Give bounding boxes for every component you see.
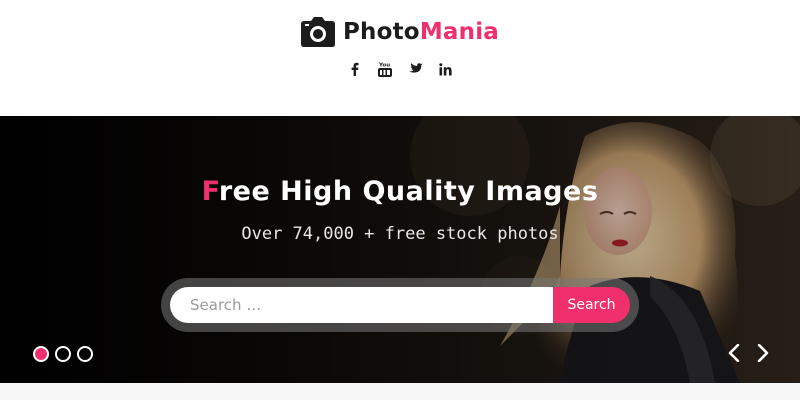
site-title-part2: Mania — [419, 19, 499, 45]
search-button[interactable]: Search — [553, 287, 630, 323]
slider-pagination — [33, 346, 93, 362]
svg-text:You: You — [378, 63, 390, 69]
search-form: Search — [161, 278, 639, 332]
social-links: You — [0, 58, 800, 80]
content-area-top — [0, 383, 800, 400]
hero-title-rest: ree High Quality Images — [218, 176, 599, 207]
youtube-link[interactable]: You — [377, 58, 393, 80]
chevron-right-icon — [757, 344, 769, 362]
youtube-icon: You — [378, 63, 392, 77]
site-logo[interactable]: PhotoMania — [0, 14, 800, 50]
site-title-part1: Photo — [342, 19, 420, 45]
hero-slider: Free High Quality Images Over 74,000 + f… — [0, 116, 800, 383]
slider-dot-1[interactable] — [33, 346, 49, 362]
site-header: PhotoMania You — [0, 0, 800, 116]
linkedin-link[interactable] — [437, 58, 453, 80]
linkedin-icon — [438, 62, 452, 75]
facebook-icon — [351, 62, 359, 76]
search-input[interactable] — [170, 287, 553, 323]
site-title: PhotoMania — [343, 19, 499, 45]
hero-subtitle: Over 74,000 + free stock photos — [241, 224, 559, 244]
chevron-left-icon — [728, 344, 740, 362]
facebook-link[interactable] — [347, 58, 363, 80]
hero-title-first-letter: F — [201, 176, 219, 207]
camera-icon — [300, 17, 335, 47]
slider-next-button[interactable] — [754, 342, 772, 364]
twitter-icon — [408, 63, 423, 73]
hero-overlay — [0, 116, 800, 383]
twitter-link[interactable] — [407, 58, 423, 80]
slider-prev-button[interactable] — [725, 342, 743, 364]
hero-title: Free High Quality Images — [0, 176, 800, 207]
slider-dot-3[interactable] — [77, 346, 93, 362]
slider-dot-2[interactable] — [55, 346, 71, 362]
